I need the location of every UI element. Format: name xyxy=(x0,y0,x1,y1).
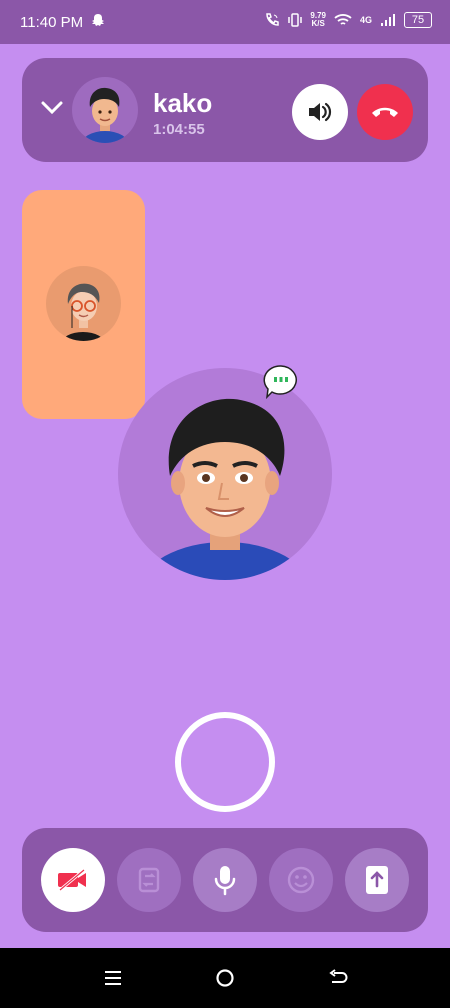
nav-home-icon xyxy=(216,969,234,987)
flip-camera-button[interactable] xyxy=(117,848,181,912)
wifi-icon xyxy=(334,14,352,25)
remote-avatar xyxy=(118,368,332,580)
chevron-down-icon[interactable] xyxy=(40,100,64,116)
capture-button[interactable] xyxy=(175,712,275,812)
end-call-icon xyxy=(372,107,398,117)
emoji-icon xyxy=(287,866,315,894)
microphone-button[interactable] xyxy=(193,848,257,912)
caller-avatar[interactable] xyxy=(72,77,138,143)
speaker-icon xyxy=(309,102,332,122)
caller-name: kako xyxy=(153,88,213,118)
vibrate-icon xyxy=(288,13,303,27)
status-bar: 11:40 PM 9.79 K/S 4G 75 xyxy=(0,0,450,44)
video-off-icon xyxy=(58,868,86,892)
nav-menu-button[interactable] xyxy=(101,966,125,990)
nav-back-icon xyxy=(329,969,348,983)
network-type: 4G xyxy=(359,15,372,25)
net-speed-unit: K/S xyxy=(311,19,325,28)
emoji-button[interactable] xyxy=(269,848,333,912)
nav-home-button[interactable] xyxy=(213,966,237,990)
system-nav-bar xyxy=(0,948,450,1008)
self-avatar xyxy=(46,266,121,341)
video-toggle-button[interactable] xyxy=(41,848,105,912)
wifi-call-icon xyxy=(266,13,280,26)
nav-menu-icon xyxy=(105,971,121,985)
battery-icon: 75 xyxy=(404,12,432,28)
battery-level: 75 xyxy=(411,14,425,26)
microphone-icon xyxy=(214,866,236,896)
typing-bubble-icon xyxy=(263,365,297,400)
status-icons: 9.79 K/S 4G 75 xyxy=(264,12,432,28)
share-screen-icon xyxy=(366,866,388,894)
nav-back-button[interactable] xyxy=(326,966,350,990)
flip-camera-icon xyxy=(138,867,160,893)
call-duration: 1:04:55 xyxy=(153,121,205,138)
end-call-button[interactable] xyxy=(357,84,413,140)
signal-icon xyxy=(381,14,395,26)
speaker-button[interactable] xyxy=(292,84,348,140)
snapchat-ghost-icon xyxy=(92,14,104,26)
share-screen-button[interactable] xyxy=(345,848,409,912)
status-time: 11:40 PM xyxy=(20,14,84,31)
net-speed: 9.79 K/S xyxy=(310,12,326,28)
